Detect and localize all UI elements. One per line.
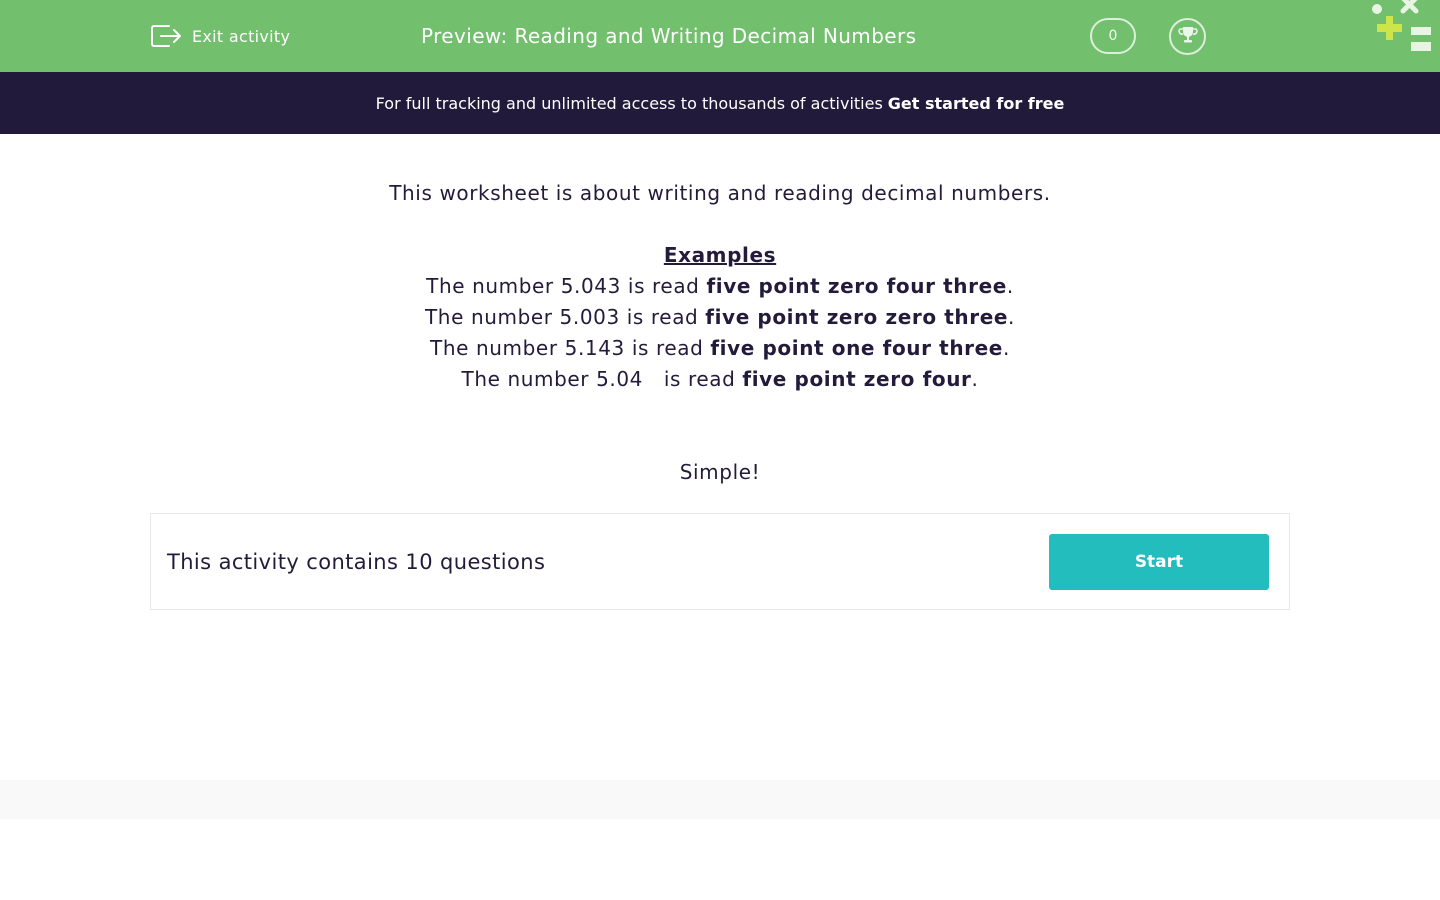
promo-banner: For full tracking and unlimited access t… bbox=[0, 72, 1440, 134]
example-reading: five point zero zero three bbox=[705, 305, 1009, 329]
example-reading: five point zero four three bbox=[706, 274, 1007, 298]
intro-text: This worksheet is about writing and read… bbox=[389, 181, 1051, 205]
example-prefix: The number 5.043 is read bbox=[426, 274, 707, 298]
footer-strip bbox=[0, 780, 1440, 819]
exit-icon bbox=[150, 22, 182, 50]
example-line: The number 5.143 is read five point one … bbox=[150, 333, 1290, 363]
example-prefix: The number 5.143 is read bbox=[430, 336, 711, 360]
page-title: Preview: Reading and Writing Decimal Num… bbox=[421, 24, 917, 48]
brand-logo bbox=[1366, 0, 1440, 58]
exit-activity-button[interactable]: Exit activity bbox=[150, 22, 290, 50]
example-suffix: . bbox=[1006, 274, 1014, 298]
examples-heading: Examples bbox=[663, 243, 777, 267]
get-started-link[interactable]: Get started for free bbox=[888, 94, 1065, 113]
trophy-button[interactable] bbox=[1169, 18, 1206, 55]
promo-text: For full tracking and unlimited access t… bbox=[375, 93, 883, 113]
example-suffix: . bbox=[1002, 336, 1010, 360]
example-reading: five point zero four bbox=[742, 367, 972, 391]
example-reading: five point one four three bbox=[710, 336, 1003, 360]
closing-text: Simple! bbox=[679, 460, 761, 484]
activity-summary: This activity contains 10 questions bbox=[167, 550, 546, 574]
example-line: The number 5.04 is read five point zero … bbox=[150, 364, 1290, 394]
example-suffix: . bbox=[1008, 305, 1015, 329]
top-bar: Exit activity Preview: Reading and Writi… bbox=[0, 0, 1440, 72]
score-counter: 0 bbox=[1090, 18, 1136, 54]
example-line: The number 5.003 is read five point zero… bbox=[150, 302, 1290, 332]
activity-card: This activity contains 10 questions Star… bbox=[150, 513, 1290, 610]
example-prefix: The number 5.003 is read bbox=[424, 305, 706, 329]
example-suffix: . bbox=[971, 367, 979, 391]
trophy-icon bbox=[1177, 24, 1199, 50]
example-prefix: The number 5.04 is read bbox=[461, 367, 743, 391]
start-button[interactable]: Start bbox=[1049, 534, 1269, 590]
example-line: The number 5.043 is read five point zero… bbox=[150, 271, 1290, 301]
exit-activity-label: Exit activity bbox=[192, 26, 291, 46]
